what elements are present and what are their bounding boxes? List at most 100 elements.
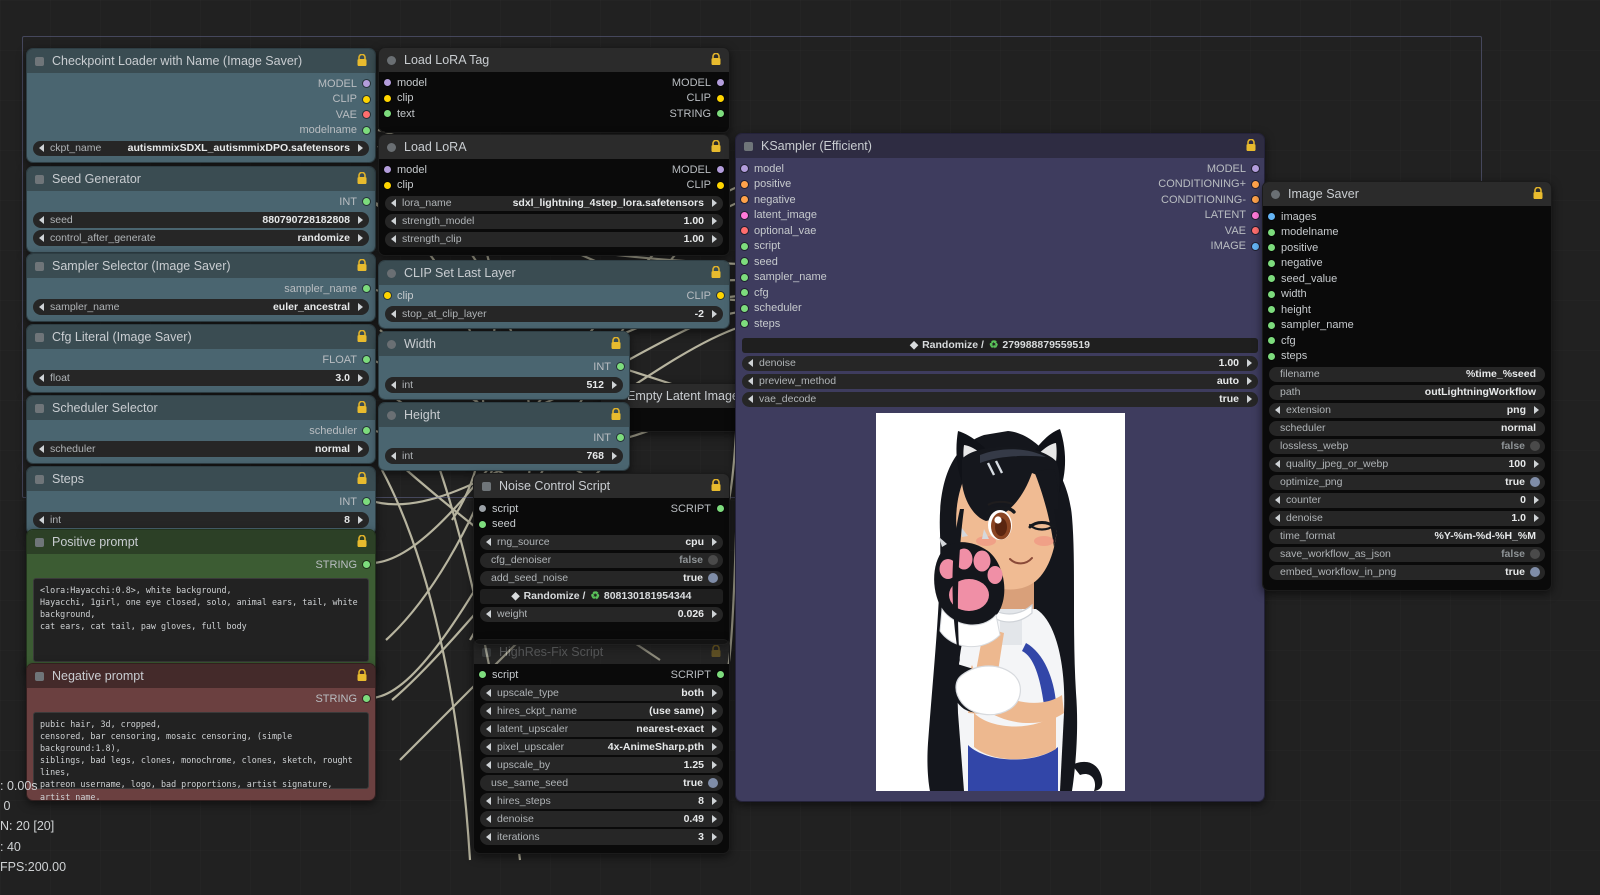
- increment-arrow-icon[interactable]: [712, 309, 717, 318]
- input-slot[interactable]: modelname: [1263, 225, 1551, 241]
- increment-arrow-icon[interactable]: [358, 444, 363, 453]
- widget-rng-source[interactable]: rng_source cpu: [480, 534, 723, 550]
- widget-upscale-type[interactable]: upscale_type both: [480, 685, 723, 701]
- square-collapse-icon[interactable]: [35, 56, 44, 66]
- node-checkpoint-loader[interactable]: Checkpoint Loader with Name (Image Saver…: [26, 48, 376, 163]
- slot-dot[interactable]: [363, 695, 370, 703]
- slot-dot[interactable]: [479, 520, 486, 528]
- widget-scheduler[interactable]: scheduler normal: [33, 441, 369, 457]
- slot-dot[interactable]: [741, 165, 748, 173]
- square-collapse-icon[interactable]: [35, 474, 44, 484]
- lock-icon[interactable]: [356, 258, 368, 272]
- io-slot-row[interactable]: latent_image LATENT: [736, 208, 1264, 224]
- node-cfg-literal[interactable]: Cfg Literal (Image Saver) FLOAT float 3.…: [26, 324, 376, 393]
- circle-collapse-icon[interactable]: [387, 268, 396, 278]
- node-hires-fix-script[interactable]: HighRes-Fix Script script SCRIPT upscale…: [473, 639, 730, 854]
- output-slot[interactable]: INT: [379, 359, 629, 375]
- increment-arrow-icon[interactable]: [358, 233, 363, 242]
- node-title-bar[interactable]: Width: [379, 332, 629, 356]
- input-slot[interactable]: steps: [1263, 349, 1551, 365]
- widget-weight[interactable]: weight 0.026: [480, 606, 723, 622]
- lock-icon[interactable]: [356, 534, 368, 548]
- toggle-switch[interactable]: [708, 555, 718, 566]
- node-title-bar[interactable]: KSampler (Efficient): [736, 134, 1264, 158]
- io-slot-row[interactable]: script SCRIPT: [474, 501, 729, 517]
- node-title-bar[interactable]: Image Saver: [1263, 182, 1551, 206]
- slot-dot[interactable]: [384, 166, 391, 174]
- widget-hires-steps[interactable]: hires_steps 8: [480, 793, 723, 809]
- lock-icon[interactable]: [710, 52, 722, 66]
- output-slot[interactable]: MODEL: [27, 76, 375, 92]
- lock-icon[interactable]: [710, 139, 722, 153]
- widget-lora-name[interactable]: lora_name sdxl_lightning_4step_lora.safe…: [385, 195, 723, 211]
- widget-ksampler-seed-randomize[interactable]: ◆ Randomize / ♻ 279988879559519: [742, 337, 1258, 353]
- io-slot-row[interactable]: seed: [474, 517, 729, 533]
- node-height[interactable]: Height INT int 768: [378, 402, 630, 471]
- increment-arrow-icon[interactable]: [612, 451, 617, 460]
- node-noise-control-script[interactable]: Noise Control Script script SCRIPT seed …: [473, 473, 730, 645]
- node-width[interactable]: Width INT int 512: [378, 331, 630, 400]
- increment-arrow-icon[interactable]: [358, 302, 363, 311]
- io-slot-row[interactable]: clip CLIP: [379, 178, 729, 194]
- output-slot[interactable]: STRING: [27, 557, 375, 573]
- io-slot-row[interactable]: scheduler: [736, 301, 1264, 317]
- widget-counter[interactable]: counter 0: [1269, 492, 1545, 508]
- slot-dot[interactable]: [479, 671, 486, 679]
- widget-strength-clip[interactable]: strength_clip 1.00: [385, 231, 723, 247]
- input-slot[interactable]: cfg: [1263, 333, 1551, 349]
- decrement-arrow-icon[interactable]: [486, 688, 491, 697]
- slot-dot[interactable]: [741, 196, 748, 204]
- slot-dot[interactable]: [1252, 227, 1259, 235]
- decrement-arrow-icon[interactable]: [391, 451, 396, 460]
- increment-arrow-icon[interactable]: [712, 235, 717, 244]
- decrement-arrow-icon[interactable]: [39, 233, 44, 242]
- node-title-bar[interactable]: Load LoRA Tag: [379, 48, 729, 72]
- square-collapse-icon[interactable]: [35, 261, 44, 271]
- io-slot-row[interactable]: clip CLIP: [379, 288, 729, 304]
- slot-dot[interactable]: [717, 181, 724, 189]
- widget-extension[interactable]: extension png: [1269, 402, 1545, 418]
- node-steps[interactable]: Steps INT int 8: [26, 466, 376, 535]
- increment-arrow-icon[interactable]: [358, 373, 363, 382]
- decrement-arrow-icon[interactable]: [486, 760, 491, 769]
- node-title-bar[interactable]: Checkpoint Loader with Name (Image Saver…: [27, 49, 375, 73]
- increment-arrow-icon[interactable]: [712, 796, 717, 805]
- square-collapse-icon[interactable]: [35, 174, 44, 184]
- widget-width-int[interactable]: int 512: [385, 377, 623, 393]
- slot-dot[interactable]: [384, 110, 391, 118]
- io-slot-row[interactable]: steps: [736, 316, 1264, 332]
- increment-arrow-icon[interactable]: [1247, 377, 1252, 386]
- io-slot-row[interactable]: script SCRIPT: [474, 667, 729, 683]
- slot-dot[interactable]: [1252, 165, 1259, 173]
- slot-dot[interactable]: [1268, 352, 1275, 360]
- slot-dot[interactable]: [1268, 259, 1275, 267]
- io-slot-row[interactable]: script IMAGE: [736, 239, 1264, 255]
- slot-dot[interactable]: [363, 561, 370, 569]
- slot-dot[interactable]: [363, 95, 370, 103]
- decrement-arrow-icon[interactable]: [486, 538, 491, 547]
- input-slot[interactable]: negative: [1263, 256, 1551, 272]
- lock-icon[interactable]: [1532, 186, 1544, 200]
- increment-arrow-icon[interactable]: [712, 814, 717, 823]
- widget-hires-ckpt-name[interactable]: hires_ckpt_name (use same): [480, 703, 723, 719]
- increment-arrow-icon[interactable]: [712, 199, 717, 208]
- decrement-arrow-icon[interactable]: [39, 373, 44, 382]
- toggle-switch[interactable]: [708, 573, 718, 584]
- slot-dot[interactable]: [717, 110, 724, 118]
- decrement-arrow-icon[interactable]: [39, 444, 44, 453]
- increment-arrow-icon[interactable]: [358, 215, 363, 224]
- square-collapse-icon[interactable]: [482, 647, 491, 657]
- square-collapse-icon[interactable]: [35, 537, 44, 547]
- input-slot[interactable]: images: [1263, 209, 1551, 225]
- slot-dot[interactable]: [1268, 228, 1275, 236]
- decrement-arrow-icon[interactable]: [39, 144, 44, 153]
- slot-dot[interactable]: [741, 180, 748, 188]
- slot-dot[interactable]: [717, 292, 724, 300]
- slot-dot[interactable]: [363, 111, 370, 119]
- widget-preview-method[interactable]: preview_method auto: [742, 373, 1258, 389]
- node-load-lora[interactable]: Load LoRA model MODEL clip CLIP lora_nam…: [378, 134, 730, 256]
- widget-hires-denoise[interactable]: denoise 0.49: [480, 811, 723, 827]
- lock-icon[interactable]: [356, 329, 368, 343]
- increment-arrow-icon[interactable]: [612, 380, 617, 389]
- lock-icon[interactable]: [1245, 138, 1257, 152]
